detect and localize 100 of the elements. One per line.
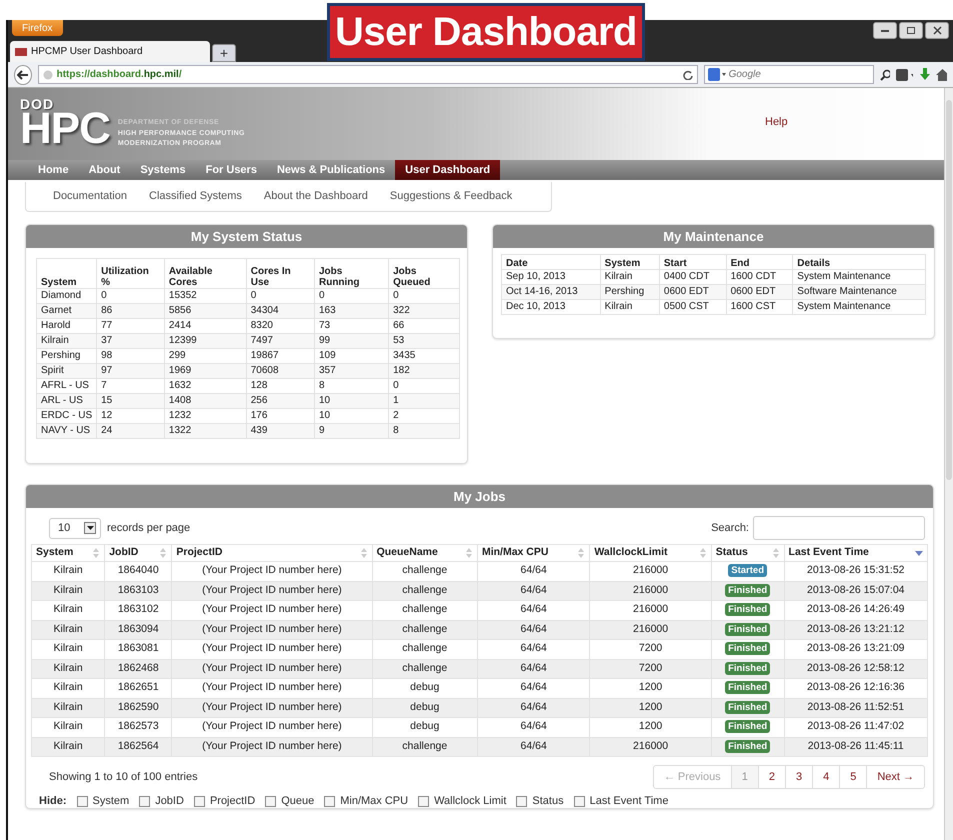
table-cell: 2013-08-26 15:07:04 [784, 581, 928, 600]
page-link[interactable]: 2 [758, 766, 785, 788]
table-cell: 53 [388, 334, 460, 348]
table-cell: 1 [388, 394, 460, 408]
page-link[interactable]: 5 [839, 766, 866, 788]
table-cell: 216000 [590, 737, 712, 756]
next-link[interactable]: Next → [866, 766, 924, 788]
checkbox[interactable] [194, 796, 205, 807]
checkbox[interactable] [139, 796, 150, 807]
reload-icon[interactable] [682, 70, 693, 80]
back-button[interactable] [14, 64, 32, 84]
table-cell: (Your Project ID number here) [172, 718, 372, 737]
table-cell: Kilrain [36, 334, 97, 348]
search-engine-icon[interactable] [708, 68, 726, 81]
table-cell: challenge [372, 581, 478, 600]
home-icon[interactable] [936, 68, 947, 80]
checkbox[interactable] [324, 796, 336, 807]
status-badge: Finished [725, 681, 770, 694]
nav-link[interactable]: For Users [196, 160, 267, 180]
table-cell: 8 [388, 424, 460, 438]
sub-nav-link[interactable]: Suggestions & Feedback [390, 188, 512, 205]
sub-nav-link[interactable]: About the Dashboard [264, 188, 368, 205]
panel-title: My System Status [26, 225, 467, 248]
nav-link[interactable]: News & Publications [266, 160, 396, 180]
page-link[interactable]: 4 [812, 766, 840, 788]
checkbox[interactable] [76, 796, 88, 807]
table-cell: 64/64 [477, 581, 590, 600]
table-cell: 1862651 [104, 678, 172, 698]
table-cell: debug [372, 678, 478, 698]
table-cell: 439 [246, 424, 314, 438]
table-cell: (Your Project ID number here) [172, 737, 372, 756]
download-icon[interactable] [919, 68, 930, 81]
table-cell: challenge [372, 640, 478, 659]
help-link[interactable]: Help [765, 114, 788, 130]
table-cell: Kilrain [32, 581, 105, 600]
table-cell: 64/64 [477, 659, 590, 678]
column-header: System [600, 254, 660, 270]
nav-link[interactable]: Home [28, 160, 79, 180]
status-badge: Finished [725, 740, 770, 753]
checkbox[interactable] [516, 796, 528, 807]
table-cell: 10 [314, 394, 389, 408]
banner-title: User Dashboard [327, 3, 645, 61]
table-cell: 357 [314, 364, 389, 378]
nav-link[interactable]: Systems [130, 160, 196, 180]
search-icon[interactable] [880, 68, 890, 80]
status-badge: Finished [725, 642, 770, 656]
table-cell: ARL - US [36, 394, 97, 408]
table-cell: 1200 [590, 678, 712, 698]
page-size-select[interactable]: 10 [49, 518, 101, 538]
restore-icon [906, 26, 916, 34]
table-cell: 34304 [246, 304, 314, 318]
table-cell: (Your Project ID number here) [172, 600, 372, 620]
checkbox-label: Min/Max CPU [340, 794, 408, 809]
table-cell: 0600 EDT [726, 284, 793, 300]
sub-nav-link[interactable]: Documentation [53, 188, 127, 205]
status-badge: Started [728, 564, 767, 578]
table-cell: 64/64 [477, 640, 590, 659]
page-link[interactable]: 3 [784, 766, 812, 788]
sub-nav-link[interactable]: Classified Systems [149, 188, 242, 205]
table-cell: 7200 [590, 659, 712, 678]
browser-tab[interactable]: HPCMP User Dashboard [10, 41, 210, 62]
checkbox[interactable] [418, 796, 430, 807]
table-cell: 7497 [246, 334, 314, 348]
close-icon [932, 26, 942, 34]
minimize-button[interactable] [873, 22, 897, 38]
status-badge: Finished [725, 603, 770, 616]
nav-link[interactable]: About [78, 160, 130, 180]
restore-button[interactable] [899, 22, 923, 38]
address-bar[interactable]: https://dashboard.hpc.mil/ [38, 65, 698, 84]
column-header: Details [792, 254, 926, 270]
table-cell: Kilrain [32, 620, 105, 640]
table-cell: 2013-08-26 15:31:52 [784, 562, 928, 581]
search-field[interactable] [753, 516, 925, 540]
table-cell: 1862564 [104, 737, 172, 756]
table-cell: 1864040 [104, 562, 172, 581]
checkbox[interactable] [265, 796, 276, 807]
checkbox-label: JobID [155, 794, 184, 809]
table-cell: debug [372, 698, 478, 718]
table-cell: 64/64 [477, 737, 590, 756]
tab-title: HPCMP User Dashboard [31, 45, 143, 59]
panel-title: My Maintenance [493, 225, 934, 248]
table-cell: 86 [96, 304, 164, 318]
bookmarks-icon[interactable] [896, 68, 914, 80]
table-cell: 9 [314, 424, 389, 438]
search-box[interactable]: Google [704, 65, 874, 84]
table-cell: Kilrain [32, 698, 105, 718]
checkbox-label: Status [532, 794, 564, 809]
table-cell: 1408 [164, 394, 246, 408]
table-cell: debug [372, 718, 478, 737]
table-cell: 0600 EDT [659, 284, 726, 300]
table-cell: 1863081 [104, 640, 172, 659]
new-tab-button[interactable]: + [212, 44, 236, 62]
table-cell: 15 [96, 394, 164, 408]
checkbox[interactable] [574, 796, 585, 807]
table-cell: 64/64 [477, 678, 590, 698]
close-button[interactable] [925, 22, 949, 38]
scrollbar[interactable] [944, 88, 953, 840]
nav-link[interactable]: User Dashboard [395, 160, 500, 180]
table-cell: 1862573 [104, 718, 172, 737]
table-cell: 216000 [590, 620, 712, 640]
